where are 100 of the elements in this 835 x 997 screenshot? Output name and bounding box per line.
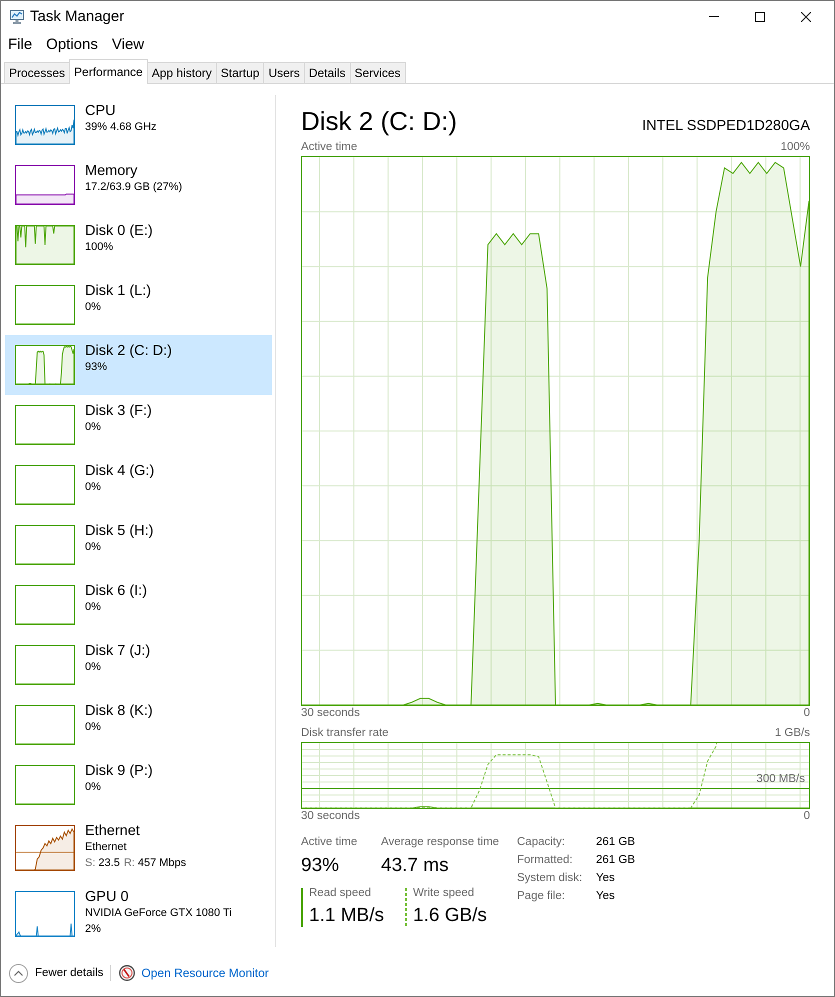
resource-detail: 0% <box>85 480 102 495</box>
resource-item[interactable]: GPU 0 NVIDIA GeForce GTX 1080 Ti 2% <box>5 881 272 947</box>
stat-value: 1.6 GB/s <box>413 904 487 928</box>
resource-item[interactable]: Disk 9 (P:) 0% <box>5 755 272 815</box>
resource-detail: 0% <box>85 300 102 315</box>
resource-name: Disk 8 (K:) <box>85 703 153 720</box>
resource-item[interactable]: Disk 0 (E:) 100% <box>5 215 272 275</box>
axis-label: 100% <box>780 140 810 154</box>
resource-detail: 0% <box>85 720 102 735</box>
resource-name: Ethernet <box>85 823 141 840</box>
resource-detail: 100% <box>85 240 114 255</box>
stat-value: 93% <box>301 854 340 878</box>
disk-sparkline <box>15 345 75 385</box>
resource-item[interactable]: Disk 5 (H:) 0% <box>5 515 272 575</box>
stat-label: Write speed <box>413 886 476 900</box>
resource-name: GPU 0 <box>85 889 130 906</box>
memory-sparkline <box>15 165 75 205</box>
disk-sparkline <box>15 525 75 565</box>
rate-label: R: <box>124 856 135 870</box>
stat-label: Active time <box>301 835 358 849</box>
tab[interactable]: Performance <box>69 59 148 84</box>
tab[interactable]: Users <box>263 62 305 83</box>
resource-item[interactable]: Disk 2 (C: D:) 93% <box>5 335 272 395</box>
minimize-icon <box>709 16 719 17</box>
chart-title: Active time <box>301 140 358 154</box>
rate-value: 457 Mbps <box>138 856 186 870</box>
property-value: 261 GB <box>596 853 635 868</box>
resource-item[interactable]: Memory 17.2/63.9 GB (27%) <box>5 155 272 215</box>
maximize-icon <box>755 12 765 22</box>
tab[interactable]: App history <box>146 62 217 83</box>
monitor-chart-icon <box>9 10 25 24</box>
chevron-up-circle-icon <box>9 964 28 982</box>
resource-item[interactable]: Disk 8 (K:) 0% <box>5 695 272 755</box>
disk-sparkline <box>15 765 75 805</box>
tab[interactable]: Services <box>350 62 406 83</box>
axis-label: 0 <box>804 809 810 823</box>
property-label: Page file: <box>517 889 566 904</box>
stat-value: 43.7 ms <box>381 854 450 878</box>
resource-detail: 0% <box>85 420 102 435</box>
gauge-icon <box>119 965 136 981</box>
disk-title: Disk 2 (C: D:) <box>301 105 457 137</box>
resource-name: Disk 6 (I:) <box>85 583 148 600</box>
resource-detail: NVIDIA GeForce GTX 1080 Ti <box>85 906 232 921</box>
menu-item[interactable]: Options <box>39 32 105 58</box>
scale-label: 300 MB/s <box>756 772 805 786</box>
resource-detail: 93% <box>85 360 108 375</box>
disk-sparkline <box>15 225 75 265</box>
rate-value: 23.5 <box>98 856 120 870</box>
tab[interactable]: Processes <box>4 62 70 83</box>
axis-label: 30 seconds <box>301 706 360 720</box>
property-value: 261 GB <box>596 835 635 850</box>
property-label: Capacity: <box>517 835 566 850</box>
resource-name: CPU <box>85 103 117 120</box>
gpu-sparkline <box>15 891 75 937</box>
axis-label: 1 GB/s <box>774 726 810 740</box>
property-value: Yes <box>596 889 616 904</box>
ethernet-sparkline <box>15 825 75 871</box>
property-label: Formatted: <box>517 853 574 868</box>
resource-item[interactable]: Disk 1 (L:) 0% <box>5 275 272 335</box>
resource-item[interactable]: Disk 3 (F:) 0% <box>5 395 272 455</box>
fewer-details-button[interactable]: Fewer details <box>9 964 104 982</box>
resource-item[interactable]: CPU 39% 4.68 GHz <box>5 95 272 155</box>
resource-name: Disk 1 (L:) <box>85 283 152 300</box>
disk-sparkline <box>15 465 75 505</box>
menu-item[interactable]: File <box>1 32 40 58</box>
disk-sparkline <box>15 705 75 745</box>
stat-value: 1.1 MB/s <box>309 904 384 928</box>
resource-name: Disk 9 (P:) <box>85 763 153 780</box>
resource-item[interactable]: Ethernet Ethernet S: 23.5 R: 457 Mbps <box>5 815 272 881</box>
window-title: Task Manager <box>30 8 124 25</box>
resource-name: Disk 7 (J:) <box>85 643 150 660</box>
tab[interactable]: Startup <box>216 62 264 83</box>
resource-detail: 0% <box>85 660 102 675</box>
resource-item[interactable]: Disk 7 (J:) 0% <box>5 635 272 695</box>
stat-label: Read speed <box>309 886 372 900</box>
disk-model: INTEL SSDPED1D280GA <box>642 118 810 134</box>
resource-name: Disk 2 (C: D:) <box>85 343 172 360</box>
disk-sparkline <box>15 585 75 625</box>
resource-item[interactable]: Disk 4 (G:) 0% <box>5 455 272 515</box>
resource-detail: 0% <box>85 600 102 615</box>
disk-sparkline <box>15 285 75 325</box>
resource-name: Disk 3 (F:) <box>85 403 152 420</box>
resource-monitor-link[interactable]: Open Resource Monitor <box>141 966 269 980</box>
resource-name: Memory <box>85 163 138 180</box>
close-icon <box>801 12 811 22</box>
rate-label: S: <box>85 856 96 870</box>
resource-name: Disk 5 (H:) <box>85 523 154 540</box>
menu-item[interactable]: View <box>104 32 152 58</box>
resource-detail: Ethernet <box>85 840 128 855</box>
disk-sparkline <box>15 405 75 445</box>
axis-label: 0 <box>804 706 810 720</box>
resource-detail: 17.2/63.9 GB (27%) <box>85 180 182 195</box>
disk-sparkline <box>15 645 75 685</box>
cpu-sparkline <box>15 105 75 145</box>
resource-name: Disk 0 (E:) <box>85 223 153 240</box>
stat-label: Average response time <box>381 835 500 849</box>
axis-label: 30 seconds <box>301 809 360 823</box>
resource-name: Disk 4 (G:) <box>85 463 154 480</box>
tab[interactable]: Details <box>304 62 350 83</box>
resource-item[interactable]: Disk 6 (I:) 0% <box>5 575 272 635</box>
